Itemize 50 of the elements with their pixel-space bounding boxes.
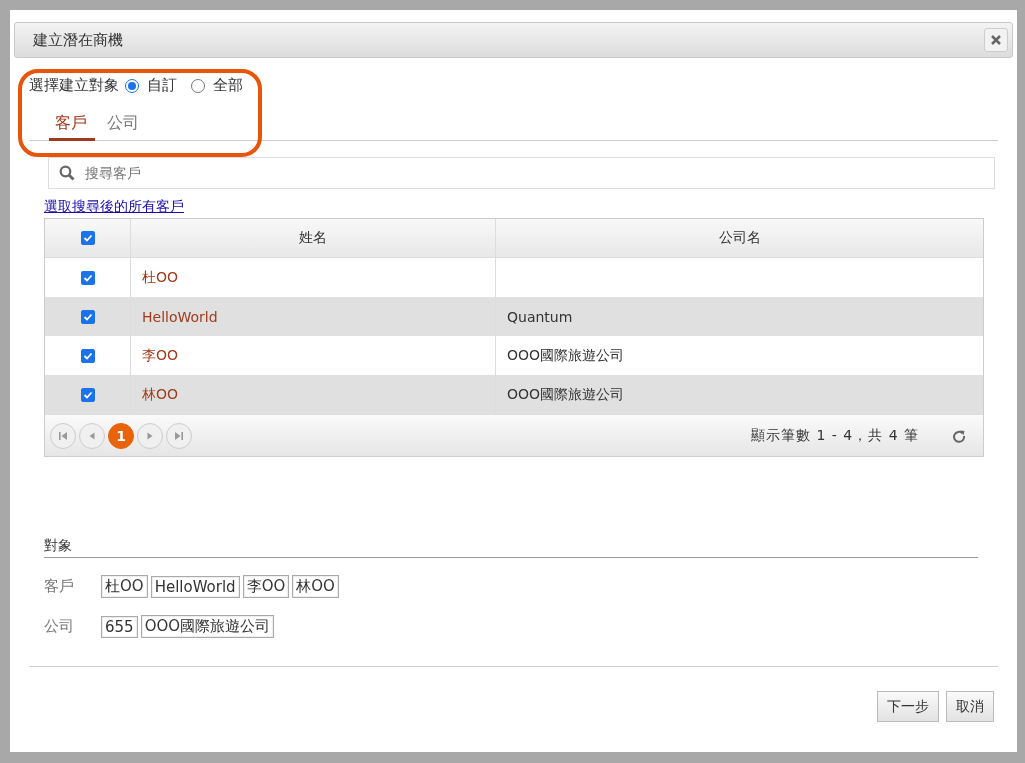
row-checkbox[interactable] [80, 309, 95, 324]
check-icon [82, 389, 93, 400]
selector-label: 選擇建立對象 [29, 76, 119, 95]
first-page-button[interactable] [50, 422, 76, 449]
check-icon [82, 233, 93, 243]
table-cell: 杜OO [142, 268, 179, 287]
search-field[interactable]: 搜尋客戶 [48, 157, 995, 189]
table-cell: 林OO [142, 385, 179, 404]
refresh-button[interactable] [952, 428, 966, 443]
first-page-icon [58, 430, 68, 441]
table-cell: OOO國際旅遊公司 [507, 385, 625, 404]
column-header[interactable]: 姓名 [131, 219, 496, 257]
dialog-title: 建立潛在商機 [33, 30, 123, 50]
right-triangle-icon [145, 430, 155, 441]
group-label: 客戶 [44, 577, 75, 596]
record-count: 顯示筆數 1 - 4，共 4 筆 [750, 426, 919, 445]
table-cell: HelloWorld [142, 308, 218, 325]
row-checkbox[interactable] [80, 387, 95, 402]
row-checkbox[interactable] [80, 270, 95, 285]
last-page-icon [174, 430, 184, 441]
last-page-button[interactable] [166, 422, 192, 449]
check-icon [82, 350, 93, 361]
check-icon [82, 311, 93, 322]
left-triangle-icon [87, 430, 97, 441]
check-icon [82, 272, 93, 283]
table-cell: Quantum [507, 308, 573, 325]
column-header[interactable]: 公司名 [496, 219, 983, 257]
section-heading: 對象 [44, 537, 978, 558]
tab[interactable]: 客戶 [49, 109, 95, 141]
dialog-button[interactable]: 下一步 [877, 691, 939, 722]
close-button[interactable] [984, 28, 1008, 52]
dialog-button[interactable]: 取消 [946, 691, 994, 722]
search-icon [59, 165, 75, 181]
refresh-icon [952, 428, 966, 443]
tag: OOO國際旅遊公司 [140, 615, 275, 638]
radio-option[interactable]: 自訂 [125, 76, 177, 95]
tag: 李OO [242, 575, 290, 598]
table-cell: 李OO [142, 346, 179, 365]
select-all-checkbox[interactable] [80, 231, 95, 245]
group-label: 公司 [44, 617, 75, 636]
radio-option[interactable]: 全部 [191, 76, 243, 95]
row-checkbox[interactable] [80, 348, 95, 363]
tag: HelloWorld [150, 575, 240, 598]
tab[interactable]: 公司 [101, 109, 147, 141]
close-icon [990, 34, 1002, 46]
tag: 655 [101, 615, 138, 638]
select-all-link[interactable]: 選取搜尋後的所有客戶 [44, 198, 184, 216]
tag: 杜OO [101, 575, 148, 598]
tag: 林OO [292, 575, 339, 598]
table-cell: OOO國際旅遊公司 [507, 346, 625, 365]
